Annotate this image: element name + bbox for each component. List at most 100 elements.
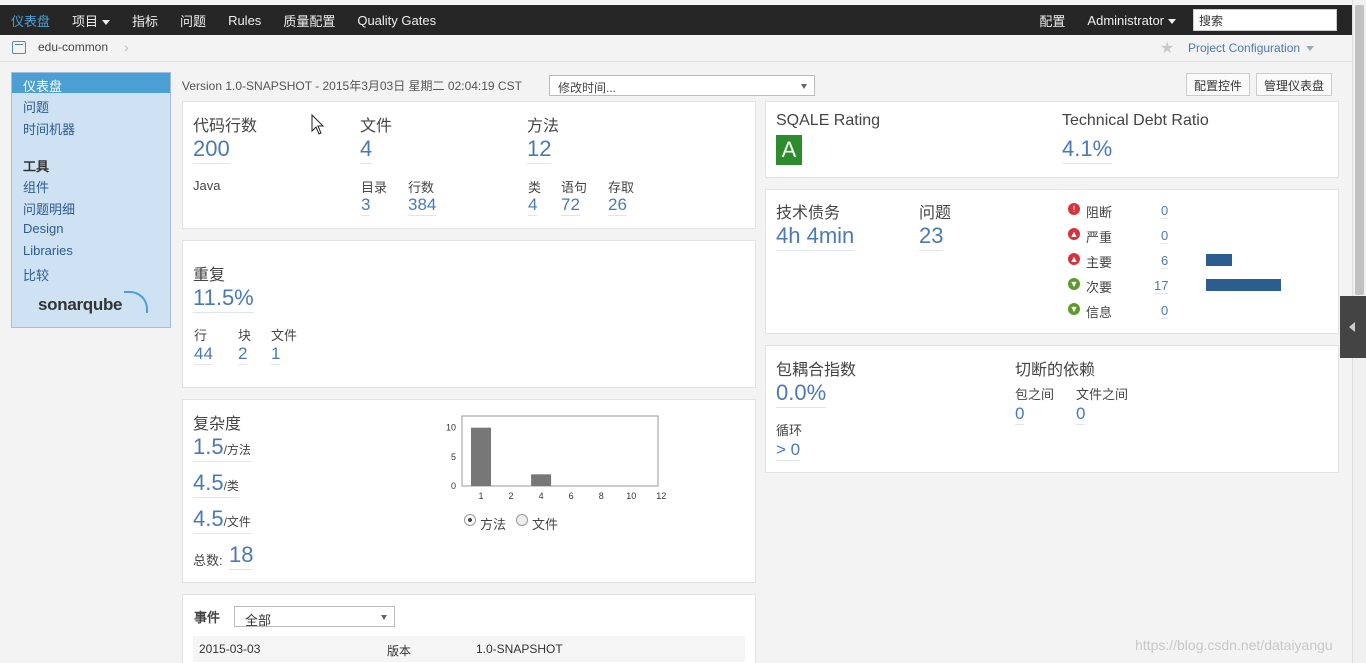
period-select-value: 修改时间... bbox=[558, 81, 617, 95]
sidebar-item-libraries[interactable]: Libraries bbox=[23, 243, 73, 258]
functions-label: 方法 bbox=[527, 118, 560, 135]
sidebar-item-time-machine[interactable]: 时间机器 bbox=[23, 119, 75, 138]
nav-quality-gates[interactable]: Quality Gates bbox=[346, 13, 447, 28]
watermark: https://blog.csdn.net/dataiyangu bbox=[1135, 637, 1333, 653]
chart-bar bbox=[531, 474, 552, 486]
dirs-value[interactable]: 3 bbox=[361, 195, 371, 216]
dependencies-to-cut-label: 切断的依赖 bbox=[1015, 362, 1096, 379]
statements-value[interactable]: 72 bbox=[561, 195, 580, 216]
nav-measures[interactable]: 指标 bbox=[121, 11, 169, 30]
debt-ratio-value[interactable]: 4.1% bbox=[1062, 136, 1113, 164]
events-filter-select[interactable]: 全部 bbox=[234, 606, 395, 628]
sqale-rating-badge[interactable]: A bbox=[776, 135, 802, 165]
manage-dashboards-button[interactable]: 管理仪表盘 bbox=[1256, 73, 1333, 96]
lines-value[interactable]: 384 bbox=[408, 195, 437, 216]
y-tick-label: 5 bbox=[451, 452, 456, 462]
complexity-per-file[interactable]: 4.5/文件 bbox=[193, 506, 251, 534]
nav-projects[interactable]: 项目 bbox=[61, 11, 121, 30]
table-row: 2015-03-03 版本 1.0-SNAPSHOT bbox=[193, 636, 745, 662]
dup-files-label: 文件 bbox=[271, 328, 298, 343]
project-configuration-label: Project Configuration bbox=[1188, 41, 1301, 55]
sonarqube-logo-arc bbox=[124, 291, 148, 313]
info-icon: ▼ bbox=[1068, 303, 1080, 315]
complexity-per-function[interactable]: 1.5/方法 bbox=[193, 434, 251, 462]
between-files-value[interactable]: 0 bbox=[1076, 404, 1086, 425]
complexity-per-file-value: 4.5 bbox=[193, 506, 224, 531]
cycles-value[interactable]: > 0 bbox=[776, 440, 801, 461]
user-menu[interactable]: Administrator bbox=[1076, 13, 1187, 28]
collapse-panel-tab[interactable] bbox=[1340, 296, 1366, 358]
dup-lines-value[interactable]: 44 bbox=[194, 344, 213, 365]
loc-value[interactable]: 200 bbox=[193, 136, 230, 164]
duplication-widget bbox=[182, 240, 756, 388]
radio-function-label: 方法 bbox=[480, 517, 507, 532]
event-name: 1.0-SNAPSHOT bbox=[476, 642, 563, 656]
configure-widgets-button[interactable]: 配置控件 bbox=[1186, 73, 1251, 96]
major-icon: ▲ bbox=[1068, 253, 1080, 265]
event-date: 2015-03-03 bbox=[199, 642, 261, 656]
sidebar-item-compare[interactable]: 比较 bbox=[23, 265, 49, 284]
chevron-down-icon bbox=[381, 615, 387, 620]
between-files-label: 文件之间 bbox=[1076, 387, 1129, 402]
accessors-label: 存取 bbox=[608, 180, 635, 195]
files-label: 文件 bbox=[360, 118, 393, 135]
star-icon[interactable]: ★ bbox=[1160, 38, 1174, 58]
nav-rules[interactable]: Rules bbox=[217, 13, 272, 28]
issues-value[interactable]: 23 bbox=[919, 223, 944, 251]
sonarqube-logo: sonarqube bbox=[38, 295, 123, 314]
complexity-total-value[interactable]: 18 bbox=[229, 542, 254, 570]
technical-debt-value[interactable]: 4h 4min bbox=[776, 223, 855, 251]
x-tick-label: 4 bbox=[539, 491, 544, 501]
cycles-label: 循环 bbox=[776, 423, 803, 438]
size-widget bbox=[182, 101, 756, 229]
x-tick-label: 1 bbox=[478, 491, 483, 501]
project-icon bbox=[12, 41, 26, 54]
between-packages-value[interactable]: 0 bbox=[1015, 404, 1025, 425]
period-select[interactable]: 修改时间... bbox=[549, 75, 815, 96]
sidebar-item-issues[interactable]: 问题 bbox=[23, 97, 49, 116]
breadcrumb-project[interactable]: edu-common bbox=[38, 40, 108, 54]
classes-label: 类 bbox=[528, 180, 542, 195]
files-value[interactable]: 4 bbox=[360, 136, 373, 164]
search-input[interactable]: 搜索 bbox=[1193, 9, 1337, 31]
nav-settings[interactable]: 配置 bbox=[1028, 11, 1076, 30]
sidebar-item-design[interactable]: Design bbox=[23, 221, 63, 236]
sqale-rating-label: SQALE Rating bbox=[776, 112, 881, 129]
dup-files-value[interactable]: 1 bbox=[271, 344, 281, 365]
x-tick-label: 2 bbox=[509, 491, 514, 501]
user-name: Administrator bbox=[1087, 12, 1164, 28]
chevron-right-icon: › bbox=[124, 39, 129, 55]
complexity-per-class[interactable]: 4.5/类 bbox=[193, 470, 239, 498]
scrollbar-thumb[interactable] bbox=[1355, 5, 1364, 295]
classes-value[interactable]: 4 bbox=[528, 195, 538, 216]
nav-issues[interactable]: 问题 bbox=[169, 11, 217, 30]
severity-count[interactable]: 0 bbox=[1161, 303, 1169, 319]
severity-label: 次要 bbox=[1086, 280, 1113, 295]
sidebar-item-issues-drilldown[interactable]: 问题明细 bbox=[23, 199, 75, 218]
complexity-per-function-unit: /方法 bbox=[223, 443, 251, 457]
nav-quality-profiles[interactable]: 质量配置 bbox=[272, 11, 346, 30]
chevron-down-icon bbox=[1168, 18, 1176, 24]
functions-value[interactable]: 12 bbox=[527, 136, 552, 164]
severity-count[interactable]: 17 bbox=[1154, 278, 1169, 294]
severity-count[interactable]: 0 bbox=[1161, 203, 1169, 219]
project-configuration-menu[interactable]: Project Configuration bbox=[1188, 41, 1315, 55]
nav-dashboards[interactable]: 仪表盘 bbox=[0, 11, 61, 30]
radio-file[interactable] bbox=[516, 514, 528, 526]
package-tangle-value[interactable]: 0.0% bbox=[776, 380, 827, 408]
sidebar-item-dashboard[interactable]: 仪表盘 bbox=[12, 73, 170, 94]
language-label: Java bbox=[193, 178, 221, 193]
radio-function[interactable] bbox=[464, 514, 476, 526]
duplication-value[interactable]: 11.5% bbox=[193, 285, 254, 313]
between-packages-label: 包之间 bbox=[1015, 387, 1055, 402]
complexity-per-class-value: 4.5 bbox=[193, 470, 224, 495]
top-navbar: 仪表盘 项目 指标 问题 Rules 质量配置 Quality Gates 配置… bbox=[0, 5, 1352, 35]
severity-count[interactable]: 0 bbox=[1161, 228, 1169, 244]
sidebar: 仪表盘 问题 时间机器 工具 组件 问题明细 Design Libraries … bbox=[11, 72, 171, 328]
event-type: 版本 bbox=[387, 644, 412, 658]
dup-blocks-value[interactable]: 2 bbox=[238, 344, 248, 365]
sidebar-item-components[interactable]: 组件 bbox=[23, 177, 49, 196]
severity-label: 信息 bbox=[1086, 305, 1113, 320]
accessors-value[interactable]: 26 bbox=[608, 195, 627, 216]
severity-count[interactable]: 6 bbox=[1161, 253, 1169, 269]
